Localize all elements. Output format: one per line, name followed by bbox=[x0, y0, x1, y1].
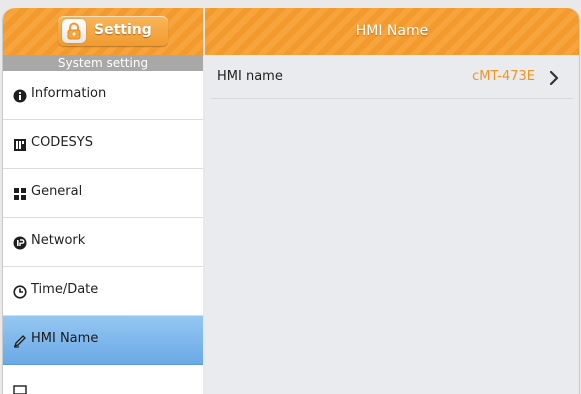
section-title: System setting bbox=[3, 55, 203, 71]
info-circle-icon bbox=[13, 88, 27, 103]
setting-button[interactable]: Setting bbox=[58, 16, 168, 46]
sidebar-item-information[interactable]: Information bbox=[3, 71, 203, 120]
hmi-name-row[interactable]: HMI name cMT-473E bbox=[211, 58, 573, 99]
pen-icon bbox=[13, 333, 27, 348]
sidebar-header: Setting bbox=[3, 8, 203, 55]
lock-icon bbox=[62, 19, 86, 43]
grid-icon bbox=[13, 186, 27, 200]
chevron-right-icon bbox=[549, 70, 559, 86]
sidebar-item-label: Time/Date bbox=[31, 282, 99, 297]
sidebar-nav: Information CODESYS General Network Time… bbox=[3, 71, 203, 394]
app-frame: Setting System setting Information CODES… bbox=[0, 0, 581, 394]
main-header: HMI Name bbox=[205, 8, 579, 55]
hmi-name-value: cMT-473E bbox=[472, 69, 535, 84]
main-panel: HMI Name HMI name cMT-473E bbox=[205, 8, 580, 394]
sidebar-item-label: Information bbox=[31, 86, 107, 101]
sidebar-item-label: HMI Name bbox=[31, 331, 99, 346]
codesys-icon bbox=[13, 137, 27, 151]
ip-icon bbox=[13, 235, 27, 250]
sidebar: Setting System setting Information CODES… bbox=[2, 8, 203, 394]
page-title: HMI Name bbox=[355, 23, 429, 39]
sidebar-item-codesys[interactable]: CODESYS bbox=[3, 120, 203, 169]
setting-label: Setting bbox=[94, 22, 152, 38]
sidebar-item-network[interactable]: Network bbox=[3, 218, 203, 267]
clock-icon bbox=[13, 284, 27, 299]
sidebar-item-general[interactable]: General bbox=[3, 169, 203, 218]
sidebar-item-label: General bbox=[31, 184, 83, 199]
partial-item-icon bbox=[13, 382, 27, 394]
sidebar-item-hmi-name[interactable]: HMI Name bbox=[3, 316, 203, 365]
sidebar-item-label: CODESYS bbox=[31, 135, 93, 150]
hmi-name-label: HMI name bbox=[217, 69, 283, 84]
sidebar-item-time-date[interactable]: Time/Date bbox=[3, 267, 203, 316]
sidebar-item-label: Network bbox=[31, 233, 86, 248]
sidebar-item-partial[interactable] bbox=[3, 365, 203, 394]
